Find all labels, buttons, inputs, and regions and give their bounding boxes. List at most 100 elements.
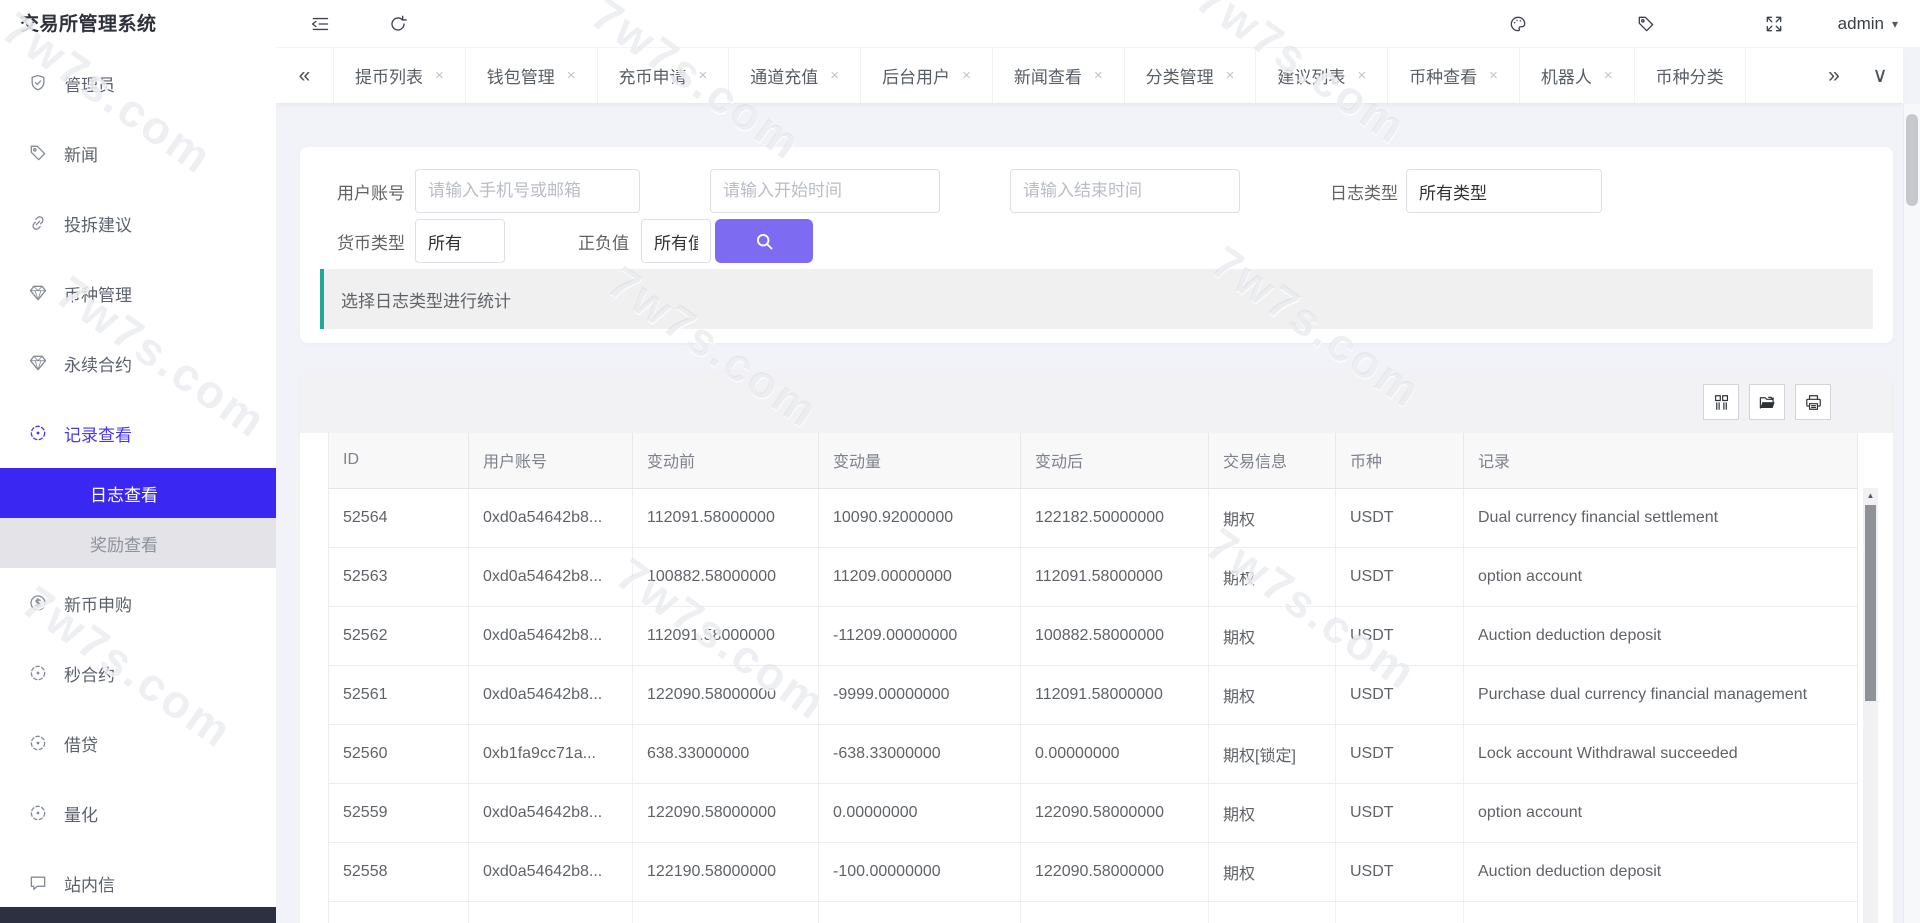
sidebar-item-label: 奖励查看: [90, 531, 158, 556]
topbar: admin ▾: [276, 0, 1920, 48]
sidebar-item-label: 秒合约: [64, 661, 115, 686]
sidebar-item-icon: [28, 423, 48, 443]
account-input[interactable]: [415, 169, 640, 213]
tab-close-icon[interactable]: ×: [435, 67, 444, 84]
currency-type-select[interactable]: [415, 219, 505, 263]
tab[interactable]: 币种分类: [1635, 48, 1746, 103]
log-type-select[interactable]: [1406, 169, 1602, 213]
tab-label: 新闻查看: [1014, 63, 1082, 88]
tab[interactable]: 新闻查看 ×: [993, 48, 1125, 103]
cell: 112091.58000000: [633, 606, 819, 665]
theme-button[interactable]: [1504, 10, 1532, 38]
export-button[interactable]: [1749, 384, 1785, 420]
filter-row-1: 用户账号 日志类型: [320, 169, 1873, 213]
cell: USDT: [1336, 488, 1464, 547]
sidebar-item-icon: [28, 663, 48, 683]
cell: 52562: [329, 606, 469, 665]
tab[interactable]: 币种查看 ×: [1388, 48, 1520, 103]
cell: 期权: [1209, 783, 1336, 842]
log-table: ID用户账号变动前变动量变动后交易信息币种记录 525640xd0a54642b…: [328, 433, 1858, 923]
tab-label: 币种查看: [1409, 63, 1477, 88]
tab-close-icon[interactable]: ×: [699, 67, 708, 84]
cell: 100882.58000000: [633, 547, 819, 606]
table-scrollbar-thumb[interactable]: [1865, 505, 1876, 701]
cell: 期权: [1209, 606, 1336, 665]
tab[interactable]: 分类管理 ×: [1125, 48, 1257, 103]
end-time-input[interactable]: [1010, 169, 1240, 213]
tab[interactable]: 建议列表 ×: [1256, 48, 1388, 103]
sidebar-item-second-contract[interactable]: 秒合约: [0, 638, 276, 708]
table-toolbar: [300, 371, 1893, 433]
refresh-button[interactable]: [384, 10, 412, 38]
table-row: 525620xd0a54642b8...112091.58000000-1120…: [329, 606, 1858, 665]
table-header-row: ID用户账号变动前变动量变动后交易信息币种记录: [329, 433, 1858, 488]
sidebar-item-log-view[interactable]: 日志查看: [0, 468, 276, 518]
cell: -9999.00000000: [819, 665, 1021, 724]
page-scrollbar-thumb[interactable]: [1906, 114, 1918, 206]
scroll-up-arrow-icon[interactable]: ▲: [1863, 488, 1878, 503]
sidebar-item-label: 币种管理: [64, 281, 132, 306]
print-button[interactable]: [1795, 384, 1831, 420]
app-root: 交易所管理系统 管理员 新闻 投拆建议 币种管理 永续合约 记录查看 日志查看 …: [0, 0, 1920, 923]
sidebar-item-label: 量化: [64, 801, 98, 826]
tabs-dropdown-button[interactable]: ∨: [1857, 48, 1903, 103]
tab[interactable]: 提币列表 ×: [334, 48, 466, 103]
tab[interactable]: 机器人 ×: [1520, 48, 1635, 103]
tab-close-icon[interactable]: ×: [1226, 67, 1235, 84]
tab-close-icon[interactable]: ×: [962, 67, 971, 84]
cell: Auction deduction deposit: [1464, 842, 1858, 901]
sidebar-item-lending[interactable]: 借贷: [0, 708, 276, 778]
page-scrollbar[interactable]: [1903, 104, 1920, 923]
cell: 期权: [1209, 842, 1336, 901]
columns-button[interactable]: [1703, 384, 1739, 420]
sidebar-item-coin-manage[interactable]: 币种管理: [0, 258, 276, 328]
tab[interactable]: 钱包管理 ×: [466, 48, 598, 103]
tabs-scroll-right-button[interactable]: »: [1811, 48, 1857, 103]
tab-close-icon[interactable]: ×: [567, 67, 576, 84]
sidebar-item-reward-view[interactable]: 奖励查看: [0, 518, 276, 568]
cell: 0xd0a54642b8...: [469, 488, 633, 547]
table-row: 525590xd0a54642b8...122090.580000000.000…: [329, 783, 1858, 842]
sidebar-item-new-coin[interactable]: 新币申购: [0, 568, 276, 638]
tab-close-icon[interactable]: ×: [1489, 67, 1498, 84]
table-scrollbar[interactable]: ▲: [1863, 488, 1878, 923]
tab-close-icon[interactable]: ×: [830, 67, 839, 84]
cell: 638.33000000: [633, 724, 819, 783]
tab-close-icon[interactable]: ×: [1604, 67, 1613, 84]
cell: Purchase dual currency financial managem…: [1464, 665, 1858, 724]
sidebar-item-quant[interactable]: 量化: [0, 778, 276, 848]
sidebar-item-perpetual[interactable]: 永续合约: [0, 328, 276, 398]
user-menu[interactable]: admin ▾: [1838, 14, 1898, 34]
info-alert: 选择日志类型进行统计: [320, 269, 1873, 329]
sidebar-item-news[interactable]: 新闻: [0, 118, 276, 188]
cell: USDT: [1336, 842, 1464, 901]
sign-label: 正负值: [572, 229, 629, 254]
sidebar-item-label: 日志查看: [90, 481, 158, 506]
search-button[interactable]: [715, 219, 813, 263]
sign-select[interactable]: [641, 219, 711, 263]
tab-label: 后台用户: [882, 63, 950, 88]
cell: 122090.58000000: [1021, 842, 1209, 901]
sidebar-item-records[interactable]: 记录查看: [0, 398, 276, 468]
sidebar-item-icon: [28, 803, 48, 823]
table-row: 525570xd0a54642b8...122075.58000000115.0…: [329, 901, 1858, 923]
cell: 122190.58000000: [633, 842, 819, 901]
sidebar-item-admin[interactable]: 管理员: [0, 48, 276, 118]
sidebar-item-icon: [28, 283, 48, 303]
tabs-scroll-left-button[interactable]: «: [276, 48, 334, 103]
tab[interactable]: 通道充值 ×: [729, 48, 861, 103]
cell: option account: [1464, 901, 1858, 923]
collapse-sidebar-button[interactable]: [306, 10, 334, 38]
refresh-icon: [388, 14, 408, 34]
tag-button[interactable]: [1632, 10, 1660, 38]
sidebar-item-label: 新币申购: [64, 591, 132, 616]
fullscreen-button[interactable]: [1760, 10, 1788, 38]
tab[interactable]: 充币申请 ×: [598, 48, 730, 103]
sidebar-item-suggestions[interactable]: 投拆建议: [0, 188, 276, 258]
tab-close-icon[interactable]: ×: [1357, 67, 1366, 84]
cell: 112091.58000000: [1021, 547, 1209, 606]
tab-close-icon[interactable]: ×: [1094, 67, 1103, 84]
columns-grid-icon: [1712, 393, 1731, 412]
tab[interactable]: 后台用户 ×: [861, 48, 993, 103]
start-time-input[interactable]: [710, 169, 940, 213]
